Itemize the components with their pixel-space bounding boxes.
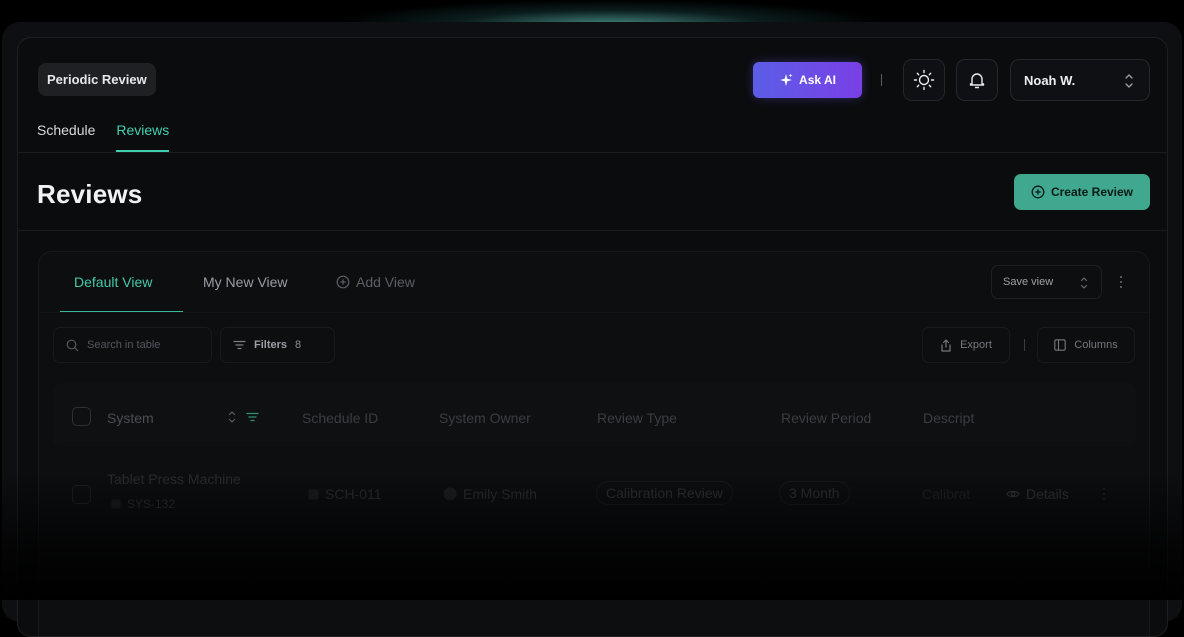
filter-icon[interactable] (246, 412, 259, 422)
divider (1024, 339, 1025, 351)
filters-label: Filters (254, 339, 288, 351)
create-review-button[interactable]: Create Review (1014, 174, 1150, 210)
description-text: Calibrat (922, 486, 971, 502)
filter-icon (233, 340, 246, 350)
select-all-checkbox[interactable] (72, 407, 91, 426)
sparkle-icon (780, 73, 793, 86)
column-description[interactable]: Descript (923, 410, 974, 426)
plus-circle-icon (1031, 185, 1045, 199)
add-view-label: Add View (356, 274, 415, 290)
save-view-select[interactable]: Save view (991, 265, 1102, 299)
filters-button[interactable]: Filters 8 (220, 327, 335, 363)
save-view-label: Save view (1003, 276, 1054, 288)
columns-label: Columns (1074, 339, 1118, 351)
sort-icon[interactable] (227, 409, 237, 425)
subtabs: Schedule Reviews (37, 122, 169, 152)
schedule-id: SCH-011 (308, 486, 382, 502)
row-checkbox[interactable] (72, 485, 91, 504)
filters-count-badge: 8 (295, 339, 302, 351)
column-review-period[interactable]: Review Period (781, 410, 871, 426)
columns-icon (1054, 339, 1067, 351)
export-button[interactable]: Export (922, 327, 1010, 363)
top-glow (340, 0, 880, 24)
review-type-badge: Calibration Review (596, 481, 733, 505)
system-id-text: SYS-132 (127, 497, 176, 511)
details-button[interactable]: Details (1006, 486, 1069, 502)
column-system[interactable]: System (107, 410, 154, 426)
column-system-owner[interactable]: System Owner (439, 410, 531, 426)
share-icon (941, 338, 951, 352)
page-title: Reviews (37, 179, 143, 209)
search-placeholder: Search in table (87, 339, 161, 351)
tab-my-new-view[interactable]: My New View (203, 274, 288, 290)
avatar (443, 487, 457, 501)
tab-default-view[interactable]: Default View (74, 274, 152, 290)
user-name: Noah W. (1024, 72, 1076, 88)
create-review-label: Create Review (1050, 185, 1134, 199)
column-review-type[interactable]: Review Type (597, 410, 677, 426)
tab-reviews[interactable]: Reviews (116, 122, 169, 152)
view-more-icon[interactable] (1120, 276, 1122, 288)
row-more-icon[interactable] (1103, 488, 1105, 500)
bell-icon (969, 73, 985, 89)
divider (39, 312, 1149, 313)
divider (18, 152, 1167, 153)
tab-schedule[interactable]: Schedule (37, 122, 95, 152)
user-menu[interactable]: Noah W. (1010, 59, 1150, 101)
ask-ai-label: Ask AI (799, 73, 836, 87)
document-icon (111, 499, 121, 509)
divider (18, 230, 1167, 231)
table-header: System Schedule ID System Owner Review T… (53, 383, 1136, 447)
review-period-badge: 3 Month (779, 481, 850, 505)
document-icon (308, 489, 319, 499)
ask-ai-button[interactable]: Ask AI (753, 62, 862, 98)
column-schedule-id[interactable]: Schedule ID (302, 410, 378, 426)
theme-toggle-button[interactable] (903, 59, 945, 101)
search-icon (66, 339, 79, 351)
add-view-button[interactable]: Add View (336, 274, 415, 290)
app-panel: Periodic Review Schedule Reviews Ask AI (17, 37, 1168, 637)
owner-name: Emily Smith (463, 486, 537, 502)
chevron-up-down-icon (1125, 74, 1133, 88)
export-label: Export (960, 339, 992, 351)
system-id: SYS-132 (111, 497, 175, 511)
system-owner: Emily Smith (443, 486, 537, 502)
sun-icon (913, 69, 935, 91)
schedule-id-text: SCH-011 (325, 486, 382, 502)
search-input[interactable]: Search in table (53, 327, 212, 363)
columns-button[interactable]: Columns (1037, 327, 1135, 363)
app-frame: Periodic Review Schedule Reviews Ask AI (2, 22, 1182, 637)
notifications-button[interactable] (956, 59, 998, 101)
chevron-up-down-icon (1080, 277, 1088, 289)
plus-circle-icon (336, 275, 350, 289)
details-label: Details (1026, 486, 1069, 502)
table-card: Default View My New View Add View Save v… (38, 251, 1150, 636)
breadcrumb[interactable]: Periodic Review (38, 63, 156, 96)
divider (881, 74, 882, 86)
system-name: Tablet Press Machine (107, 471, 241, 487)
eye-icon (1006, 490, 1020, 498)
